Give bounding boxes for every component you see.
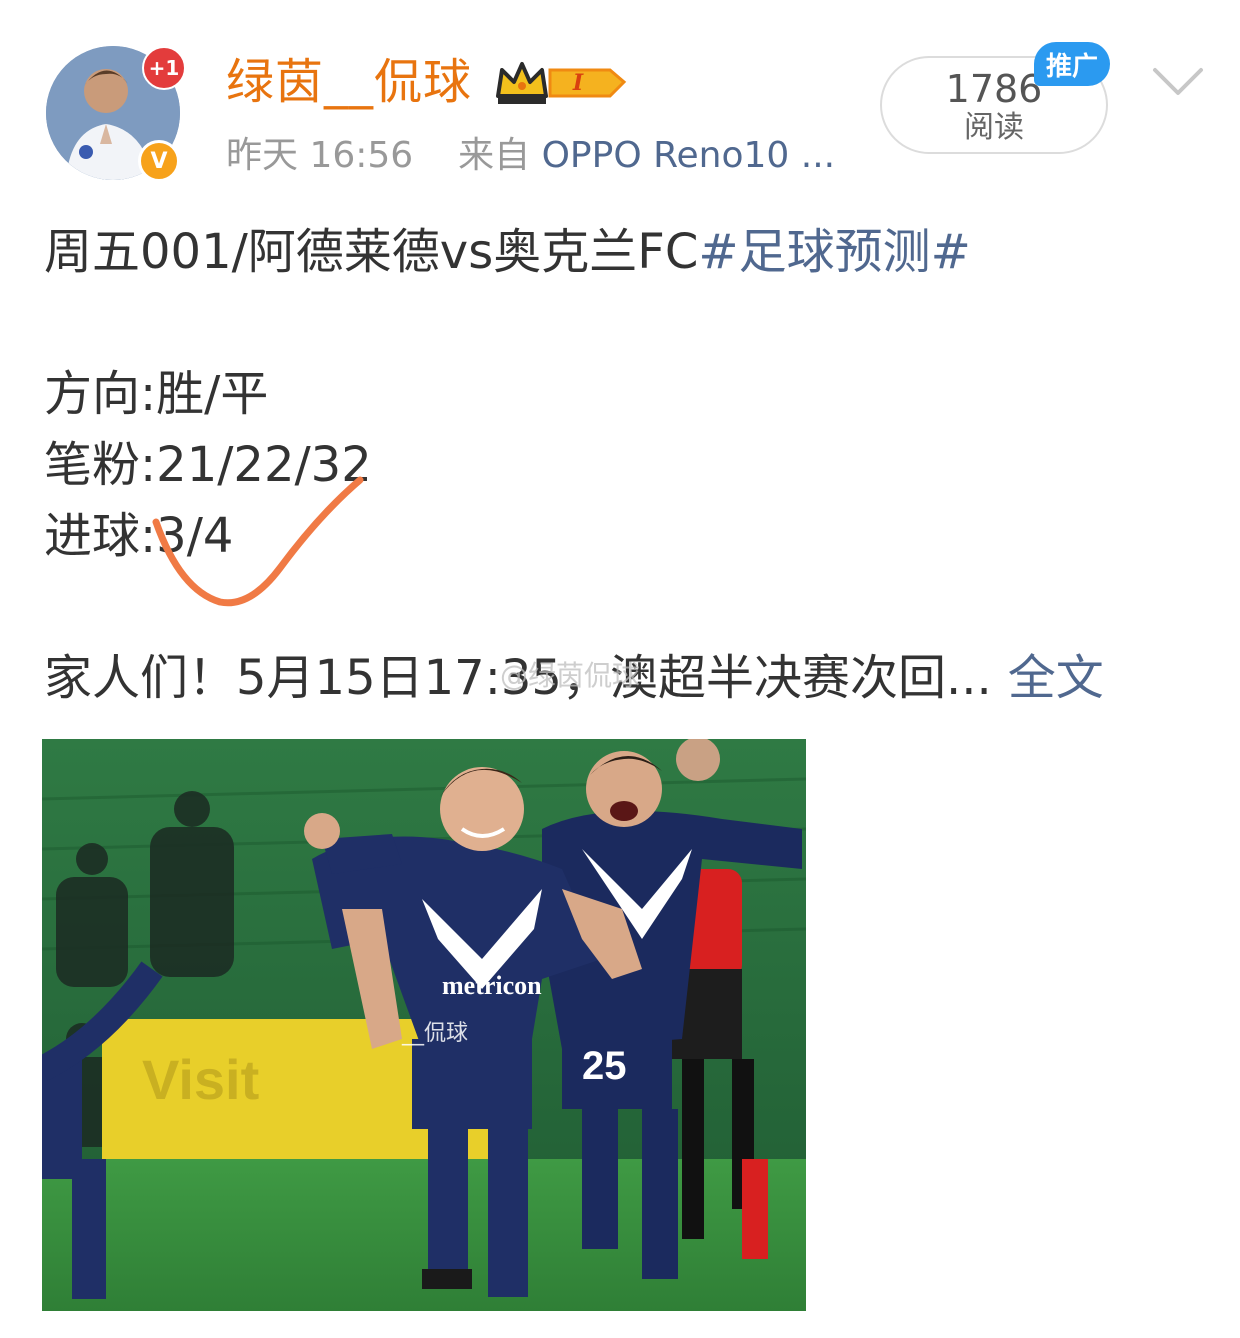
post-title-line: 周五001/阿德莱德vs奥克兰FC#足球预测#	[44, 222, 971, 282]
chevron-down-icon[interactable]	[1152, 66, 1204, 98]
author-name[interactable]: 绿茵__侃球	[226, 52, 472, 112]
avatar-new-badge: +1	[142, 46, 186, 90]
source-prefix: 来自	[458, 135, 531, 176]
jersey-sponsor: metricon	[442, 971, 542, 1000]
banner-text: Visit	[142, 1048, 259, 1111]
image-watermark: __侃球	[402, 1021, 469, 1046]
prediction-direction: 方向:胜/平	[44, 366, 269, 422]
post-title: 周五001/阿德莱德vs奥克兰FC	[44, 224, 699, 280]
prediction-goals: 进球:3/4	[44, 508, 234, 564]
topic-tag-link[interactable]: #足球预测#	[698, 224, 970, 280]
expand-full-text-link[interactable]: 全文	[1008, 650, 1104, 706]
post-image[interactable]: Visit 25 metricon __侃球	[42, 739, 806, 1311]
post-time: 昨天 16:56	[226, 135, 414, 176]
verified-badge-icon: V	[138, 140, 180, 182]
promote-tag[interactable]: 推广	[1034, 42, 1110, 86]
level-badge-text: I	[572, 70, 584, 96]
jersey-number: 25	[582, 1044, 627, 1088]
read-label: 阅读	[964, 110, 1024, 145]
member-crown-badge-icon: I	[496, 62, 627, 104]
post-source[interactable]: OPPO Reno10 ...	[542, 135, 836, 176]
text-watermark: @绿茵侃球	[500, 659, 641, 692]
post-meta: 昨天 16:56 来自 OPPO Reno10 ...	[226, 133, 835, 179]
prediction-scores: 笔粉:21/22/32	[44, 437, 372, 493]
